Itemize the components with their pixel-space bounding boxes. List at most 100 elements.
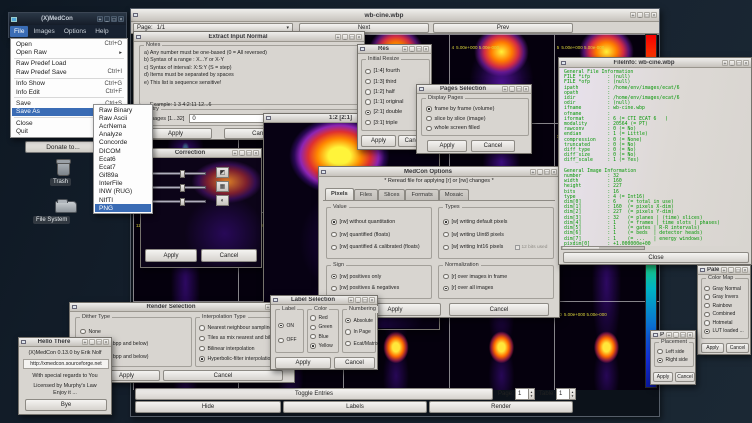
close-button[interactable]: × xyxy=(742,267,748,273)
filesystem-label[interactable]: File System xyxy=(33,216,70,224)
types-option[interactable]: [w] writing Uint8 pixels xyxy=(443,232,551,238)
sign-option[interactable]: [rw] positives & negatives xyxy=(331,285,431,291)
close-button[interactable]: × xyxy=(356,34,362,40)
cancel-button[interactable]: Cancel xyxy=(471,140,515,152)
minimize-button[interactable]: _ xyxy=(509,86,515,92)
trash-icon[interactable] xyxy=(57,161,70,176)
colormap-option[interactable]: LUT loaded ... xyxy=(704,328,750,334)
minimize-button[interactable]: _ xyxy=(637,12,643,18)
colormap-option[interactable]: Rainbow xyxy=(704,303,750,309)
minimize-button[interactable]: _ xyxy=(409,46,415,52)
maximize-button[interactable]: □ xyxy=(735,267,741,273)
cancel-button[interactable]: Cancel xyxy=(675,372,695,382)
close-button[interactable]: × xyxy=(523,86,529,92)
maximize-button[interactable]: □ xyxy=(96,339,102,345)
submenu-item[interactable]: Raw Ascii xyxy=(95,114,151,122)
label-option[interactable]: ON xyxy=(278,323,304,329)
page-spinner[interactable]: 1 ▲▼ xyxy=(515,388,535,400)
table-spinner[interactable]: 1 ▲▼ xyxy=(556,388,576,400)
close-button[interactable]: × xyxy=(651,12,657,18)
maximize-button[interactable]: □ xyxy=(246,150,252,156)
apply-button[interactable]: Apply xyxy=(145,249,197,262)
prev-button[interactable]: Prev xyxy=(433,23,573,33)
numbering-option[interactable]: Absolute xyxy=(345,318,377,324)
placement-titlebar[interactable]: Pl+_□× xyxy=(651,331,695,339)
menu-item[interactable]: Raw Predef Load ▸ xyxy=(12,60,126,68)
submenu-item[interactable]: Gif89a xyxy=(95,172,151,180)
norm-option[interactable]: [r] over all images xyxy=(443,285,551,291)
close-button[interactable]: Close xyxy=(563,252,749,263)
placement-option[interactable]: Right side xyxy=(657,357,695,363)
pages-option[interactable]: whole screen filled xyxy=(426,125,530,131)
cancel-button[interactable]: Cancel xyxy=(201,249,257,262)
color-option[interactable]: Green xyxy=(310,324,340,330)
menubar-item[interactable]: Help xyxy=(91,26,112,37)
minimize-button[interactable]: _ xyxy=(355,297,361,303)
brightness-slider[interactable] xyxy=(148,172,206,175)
apply-button[interactable]: Apply xyxy=(653,372,673,382)
minimize-button[interactable]: _ xyxy=(342,34,348,40)
menu-item[interactable]: Raw Predef Save Ctrl+I ▸ xyxy=(12,68,126,76)
cancel-button[interactable]: Cancel xyxy=(334,357,375,369)
maximize-button[interactable]: □ xyxy=(736,60,742,66)
label-option[interactable]: OFF xyxy=(278,337,304,343)
donate-button[interactable]: Donate to... xyxy=(25,141,101,153)
shade-button[interactable]: + xyxy=(82,339,88,345)
submenu-item[interactable]: PNG xyxy=(95,204,151,212)
options-titlebar[interactable]: MedCon Options+_□× xyxy=(319,167,559,177)
maximize-button[interactable]: □ xyxy=(680,332,686,338)
cancel-button[interactable]: Cancel xyxy=(726,343,749,353)
maximize-button[interactable]: □ xyxy=(349,34,355,40)
close-button[interactable]: × xyxy=(253,150,259,156)
shade-button[interactable]: + xyxy=(530,169,536,175)
hide-button[interactable]: Hide xyxy=(135,401,281,413)
options-tab[interactable]: Slices xyxy=(378,189,405,200)
dither-option[interactable]: None xyxy=(80,329,192,335)
shade-button[interactable]: + xyxy=(722,60,728,66)
colormap-option[interactable]: Combined xyxy=(704,311,750,317)
filesystem-icon[interactable] xyxy=(55,201,77,213)
contrast-slider[interactable] xyxy=(148,186,206,189)
color-option[interactable]: Yellow xyxy=(310,343,340,349)
resize-option[interactable]: [1:4] fourth xyxy=(365,68,429,74)
colormap-option[interactable]: Gray Invers xyxy=(704,294,750,300)
minimize-button[interactable]: _ xyxy=(89,339,95,345)
spinner-arrows-icon[interactable]: ▲▼ xyxy=(528,389,534,399)
maximize-button[interactable]: □ xyxy=(644,12,650,18)
shade-button[interactable]: + xyxy=(666,332,672,338)
menu-item[interactable]: Open Ctrl+O ▸ xyxy=(12,40,126,48)
apply-button[interactable]: Apply xyxy=(275,357,331,369)
value-option[interactable]: [rw] without quantitation xyxy=(331,219,431,225)
bits-checkbox[interactable]: 12 bits used xyxy=(515,245,547,250)
maximize-button[interactable]: □ xyxy=(516,86,522,92)
menubar-item[interactable]: File xyxy=(10,26,28,37)
value-option[interactable]: [rw] quantified & calibrated (floats) xyxy=(331,244,431,250)
minimize-button[interactable]: _ xyxy=(673,332,679,338)
trash-label[interactable]: Trash xyxy=(50,178,71,186)
submenu-item[interactable]: NIfTI xyxy=(95,196,151,204)
submenu-item[interactable]: Analyze xyxy=(95,131,151,139)
colormap-option[interactable]: Hotmetal xyxy=(704,320,750,326)
norm-option[interactable]: [r] over images in frame xyxy=(443,274,551,280)
numbering-option[interactable]: In Page xyxy=(345,329,377,335)
shade-button[interactable]: + xyxy=(97,16,103,22)
correction-titlebar[interactable]: Correction+_□× xyxy=(141,149,261,158)
render-titlebar[interactable]: Render Selection+_□× xyxy=(70,303,294,312)
submenu-item[interactable]: AcrNema xyxy=(95,122,151,130)
menu-item[interactable]: Info Edit Ctrl+F ▸ xyxy=(12,88,126,96)
apply-button[interactable]: Apply xyxy=(701,343,724,353)
submenu-item[interactable]: Ecat6 xyxy=(95,155,151,163)
spinner-arrows-icon[interactable]: ▲▼ xyxy=(569,389,575,399)
toggle-entries-button[interactable]: Toggle Entries xyxy=(135,388,493,400)
pages-titlebar[interactable]: Pages Selection+_□× xyxy=(417,85,531,94)
placement-option[interactable]: Left side xyxy=(657,349,695,355)
scan-cell[interactable]: 205.00e+000 5.00e-000 xyxy=(554,301,659,390)
bye-button[interactable]: Bye xyxy=(25,399,107,411)
maximize-button[interactable]: □ xyxy=(416,46,422,52)
menu-item[interactable]: Open Raw ▸ xyxy=(12,48,126,56)
cancel-button[interactable]: Cancel xyxy=(163,370,283,381)
minimize-button[interactable]: _ xyxy=(239,150,245,156)
pages-option[interactable]: frame by frame (volume) xyxy=(426,106,530,112)
website-link[interactable]: http://xmedcon.sourceforge.net xyxy=(23,359,109,369)
submenu-item[interactable]: Concorde xyxy=(95,139,151,147)
